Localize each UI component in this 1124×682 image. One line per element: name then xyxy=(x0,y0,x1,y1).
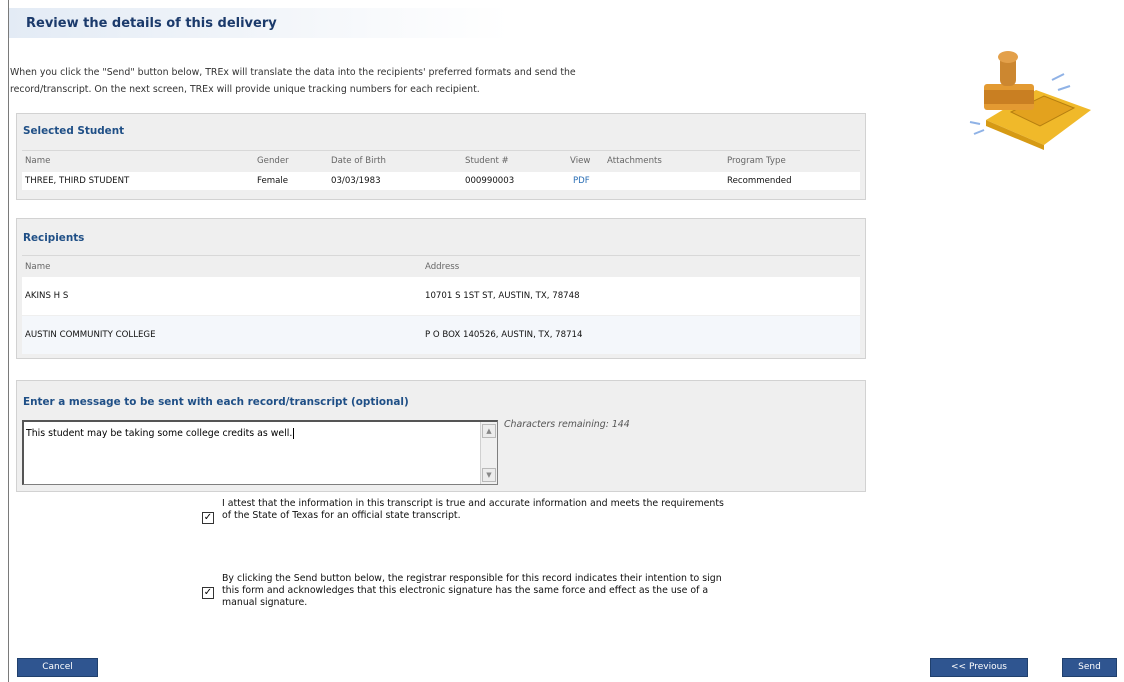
signature-line-1: By clicking the Send button below, the r… xyxy=(222,573,722,584)
col-header-attachments: Attachments xyxy=(607,156,662,166)
col-header-view: View xyxy=(570,156,591,166)
stamp-illustration-icon xyxy=(969,51,1091,150)
message-section-title: Enter a message to be sent with each rec… xyxy=(23,396,409,408)
intro-line-2: record/transcript. On the next screen, T… xyxy=(10,84,480,95)
message-scrollbar[interactable]: ▲ ▼ xyxy=(480,422,497,484)
student-gender: Female xyxy=(257,176,289,186)
recipient-address: 10701 S 1ST ST, AUSTIN, TX, 78748 xyxy=(425,291,580,301)
col-header-dob: Date of Birth xyxy=(331,156,386,166)
col-header-address: Address xyxy=(425,262,460,272)
selected-student-title: Selected Student xyxy=(23,125,125,137)
checkbox-checked-icon: ✓ xyxy=(203,587,213,598)
col-header-student-no: Student # xyxy=(465,156,509,166)
cancel-button[interactable]: Cancel xyxy=(17,658,98,677)
intro-line-1: When you click the "Send" button below, … xyxy=(10,67,576,78)
signature-text: By clicking the Send button below, the r… xyxy=(222,573,722,609)
signature-line-3: manual signature. xyxy=(222,597,308,608)
message-value: This student may be taking some college … xyxy=(26,428,295,439)
col-header-recipient-name: Name xyxy=(25,262,51,272)
student-number: 000990003 xyxy=(465,176,515,186)
characters-remaining: Characters remaining: 144 xyxy=(504,419,630,430)
previous-button[interactable]: << Previous xyxy=(930,658,1028,677)
attest-line-1: I attest that the information in this tr… xyxy=(222,498,724,509)
scroll-up-icon[interactable]: ▲ xyxy=(482,424,496,438)
attest-line-2: of the State of Texas for an official st… xyxy=(222,510,461,521)
student-name: THREE, THIRD STUDENT xyxy=(25,176,130,186)
recipients-panel: Recipients Name Address AKINS H S 10701 … xyxy=(16,218,866,359)
send-button[interactable]: Send xyxy=(1062,658,1117,677)
page-title: Review the details of this delivery xyxy=(26,16,277,31)
signature-checkbox[interactable]: ✓ xyxy=(202,587,214,599)
student-dob: 03/03/1983 xyxy=(331,176,381,186)
checkbox-checked-icon: ✓ xyxy=(203,512,213,523)
message-textarea[interactable]: This student may be taking some college … xyxy=(22,420,498,485)
attest-checkbox[interactable]: ✓ xyxy=(202,512,214,524)
selected-student-panel: Selected Student Name Gender Date of Bir… xyxy=(16,113,866,200)
attest-text: I attest that the information in this tr… xyxy=(222,498,724,522)
signature-line-2: this form and acknowledges that this ele… xyxy=(222,585,709,596)
col-header-name: Name xyxy=(25,156,51,166)
scroll-down-icon[interactable]: ▼ xyxy=(482,468,496,482)
recipient-name: AKINS H S xyxy=(25,291,69,301)
recipient-address: P O BOX 140526, AUSTIN, TX, 78714 xyxy=(425,330,583,340)
col-header-gender: Gender xyxy=(257,156,289,166)
recipients-title: Recipients xyxy=(23,232,85,244)
recipient-name: AUSTIN COMMUNITY COLLEGE xyxy=(25,330,156,340)
col-header-program-type: Program Type xyxy=(727,156,786,166)
divider xyxy=(22,255,860,256)
intro-text: When you click the "Send" button below, … xyxy=(10,64,710,98)
view-pdf-link[interactable]: PDF xyxy=(573,176,590,186)
student-program-type: Recommended xyxy=(727,176,792,186)
divider xyxy=(22,150,860,151)
